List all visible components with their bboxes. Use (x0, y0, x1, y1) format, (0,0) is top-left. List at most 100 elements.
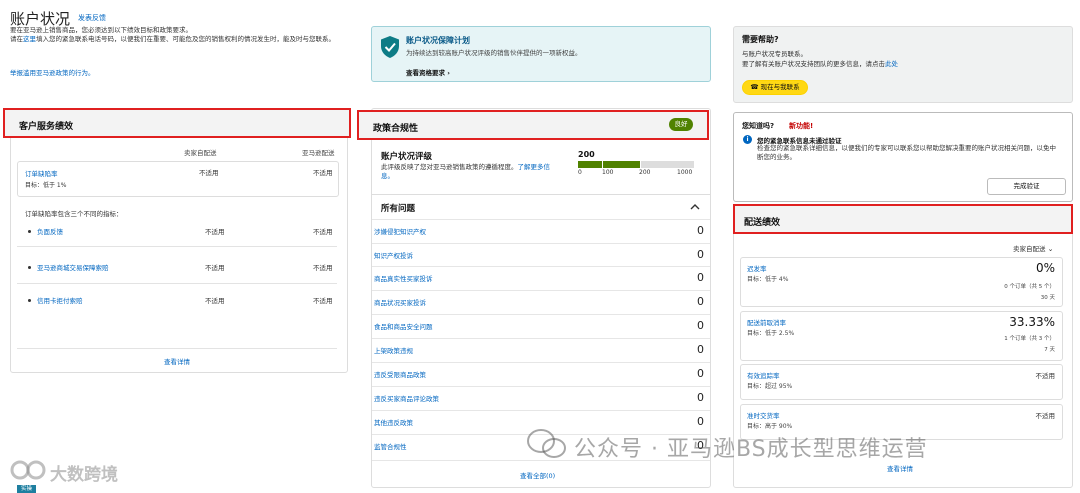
help-title: 需要帮助? (742, 35, 779, 44)
issue-count: 0 (697, 415, 704, 428)
scale-label: 200 (639, 169, 651, 176)
col-header-amazon: 亚马逊配送 (302, 149, 335, 157)
emergency-contact-link[interactable]: 这里 (23, 35, 36, 43)
odr-label[interactable]: 订单缺陷率 (25, 168, 58, 178)
intro-line-2: 请在这里填入您的紧急联系电话号码，以便我们在重要、可能危及您的销售权利的情况发生… (10, 35, 355, 44)
bullet-icon (28, 230, 31, 233)
metric-amazon-value: 不适用 (313, 297, 333, 305)
phone-icon: ☎ (750, 83, 759, 91)
issue-count: 0 (697, 367, 704, 380)
help-here-link[interactable]: 此处 (885, 60, 898, 68)
issue-label: 其他违反政策 (374, 419, 413, 427)
cancel-rate-card: 配送前取消率 目标：低于 2.5% 33.33% 1 个订单（共 3 个） 7 … (740, 311, 1063, 361)
dyk-title: 您知道吗? (742, 122, 775, 130)
rating-title: 账户状况评级 (381, 152, 433, 162)
rating-bar-tick (640, 161, 641, 168)
issue-row[interactable]: 上架政策违规 0 (372, 338, 710, 360)
metric-seller-value: 不适用 (205, 228, 225, 236)
status-badge: 良好 (669, 118, 693, 131)
metric-label[interactable]: 信用卡拒付索赔 (37, 295, 83, 305)
odr-card (17, 161, 339, 197)
customer-service-panel (10, 108, 348, 373)
metric-amazon-value: 不适用 (313, 264, 333, 272)
policy-compliance-title: 政策合规性 (373, 124, 419, 134)
customer-service-title: 客户服务绩效 (19, 122, 74, 132)
metric-label[interactable]: 迟发率 (747, 263, 767, 273)
delivery-performance-header: 配送绩效 (733, 204, 1073, 234)
scale-label: 0 (578, 169, 582, 176)
metric-label[interactable]: 负面反馈 (37, 226, 63, 236)
metric-target: 目标：低于 2.5% (747, 330, 795, 337)
metric-target: 目标：低于 4% (747, 276, 789, 283)
feedback-link[interactable]: 发表反馈 (78, 13, 106, 23)
fulfillment-filter[interactable]: 卖家自配送 ⌄ (1013, 243, 1053, 253)
valid-tracking-card: 有效追踪率 目标：超过 95% 不适用 (740, 364, 1063, 400)
fulfillment-filter-label: 卖家自配送 (1013, 245, 1046, 253)
issue-count: 0 (697, 319, 704, 332)
cs-view-details-link[interactable]: 查看详情 (164, 356, 190, 366)
metric-label[interactable]: 准时交货率 (747, 410, 780, 420)
health-assurance-banner: 账户状况保障计划 为持续达到较高账户状况评级的销售伙伴提供的一项新权益。 查看资… (371, 26, 711, 82)
help-line-1: 与账户状况专员联系。 (742, 50, 807, 58)
help-box: 需要帮助? 与账户状况专员联系。 要了解有关账户状况支持团队的更多信息，请点击此… (733, 26, 1073, 103)
issue-row[interactable]: 商品状况买家投诉 0 (372, 290, 710, 312)
info-icon: i (743, 135, 752, 144)
metric-label[interactable]: 配送前取消率 (747, 317, 786, 327)
metric-target: 目标：超过 95% (747, 383, 793, 390)
col-header-seller: 卖家自配送 (184, 149, 217, 157)
report-abuse-link[interactable]: 举报滥用亚马逊政策的行为。 (10, 67, 95, 77)
issue-row[interactable]: 食品和商品安全问题 0 (372, 314, 710, 336)
issue-row[interactable]: 涉嫌侵犯知识产权 0 (372, 219, 710, 241)
metric-label[interactable]: 亚马逊商城交易保障索赔 (37, 262, 109, 272)
issue-label: 违反受限商品政策 (374, 371, 426, 379)
customer-service-header: 客户服务绩效 (3, 108, 351, 138)
metric-period: 7 天 (1044, 347, 1055, 353)
issue-label: 食品和商品安全问题 (374, 323, 433, 331)
issue-label: 上架政策违规 (374, 347, 413, 355)
rating-bar-fill (578, 161, 640, 168)
shield-check-icon (381, 36, 399, 58)
issues-title: 所有问题 (381, 204, 416, 214)
metric-amazon-value: 不适用 (313, 228, 333, 236)
complete-verification-button[interactable]: 完成验证 (987, 178, 1066, 195)
dp-view-details-link[interactable]: 查看详情 (887, 463, 913, 473)
view-eligibility-link[interactable]: 查看资格要求 › (406, 67, 450, 77)
banner-title: 账户状况保障计划 (406, 36, 470, 45)
metric-value: 33.33% (1009, 315, 1055, 329)
metric-target: 目标：高于 90% (747, 423, 793, 430)
late-shipment-card: 迟发率 目标：低于 4% 0% 0 个订单（共 5 个） 30 天 (740, 257, 1063, 307)
metric-orders: 1 个订单（共 3 个） (1004, 336, 1055, 342)
banner-desc: 为持续达到较高账户状况评级的销售伙伴提供的一项新权益。 (406, 49, 582, 57)
metric-value: 0% (1035, 261, 1055, 275)
metric-seller-value: 不适用 (205, 297, 225, 305)
policy-compliance-header: 政策合规性 良好 (357, 110, 709, 140)
issue-label: 知识产权投诉 (374, 252, 413, 260)
issue-label: 商品真实性买家投诉 (374, 275, 433, 283)
odr-target: 目标：低于 1% (25, 182, 67, 189)
watermark-text: 公众号 · 亚马逊BS成长型思维运营 (574, 437, 928, 462)
intro-text: 要在亚马逊上销售商品，您必须达到以下绩效目标和政策要求。 请在这里填入您的紧急联… (10, 26, 355, 44)
issue-row[interactable]: 违反买家商品评论政策 0 (372, 386, 710, 408)
logo-icon (10, 460, 46, 480)
issue-count: 0 (697, 343, 704, 356)
issue-row[interactable]: 商品真实性买家投诉 0 (372, 266, 710, 288)
rating-desc-text: 此评级反映了您对亚马逊销售政策的遵循程度。 (381, 163, 518, 171)
view-all-link[interactable]: 查看全部(0) (520, 470, 555, 480)
scale-label: 100 (602, 169, 614, 176)
odr-amazon-value: 不适用 (313, 169, 333, 177)
metric-seller-value: 不适用 (205, 264, 225, 272)
chevron-up-icon[interactable] (690, 203, 700, 210)
rating-bar-track (578, 161, 694, 168)
issue-row[interactable]: 违反受限商品政策 0 (372, 362, 710, 384)
contact-me-button[interactable]: ☎ 现在与我联系 (742, 80, 808, 95)
issue-row[interactable]: 知识产权投诉 0 (372, 243, 710, 265)
help-line-2-pre: 要了解有关账户状况支持团队的更多信息，请点击 (742, 60, 885, 68)
metric-label[interactable]: 有效追踪率 (747, 370, 780, 380)
issue-label: 商品状况买家投诉 (374, 299, 426, 307)
scale-label: 1000 (677, 169, 693, 176)
new-feature-label: 新功能! (789, 122, 814, 130)
divider (17, 283, 337, 284)
bullet-icon (28, 299, 31, 302)
bullet-icon (28, 266, 31, 269)
intro-line-2-post: 填入您的紧急联系电话号码，以便我们在重要、可能危及您的销售权利的情况发生时，能及… (36, 35, 335, 43)
